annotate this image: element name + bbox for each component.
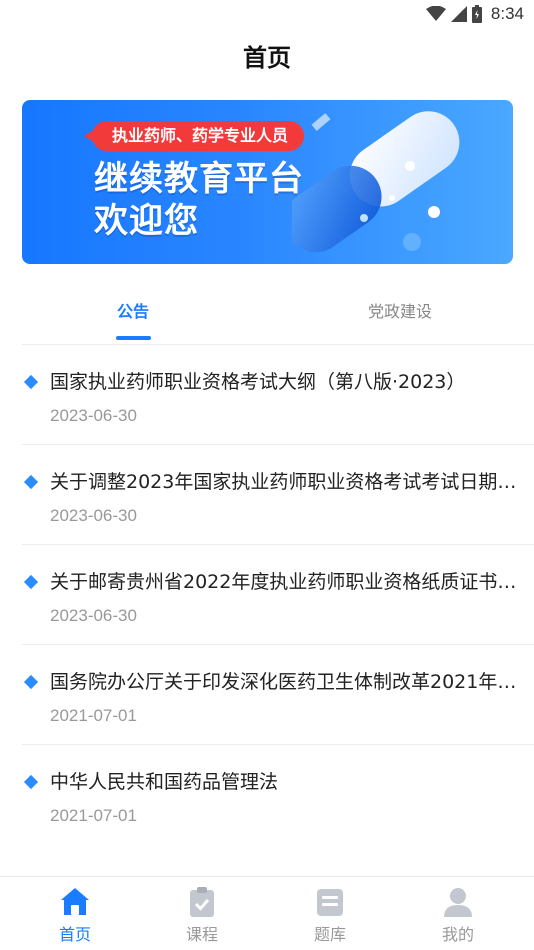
diamond-bullet-icon — [23, 574, 39, 590]
capsule-illustration — [292, 111, 460, 253]
question-bank-icon — [317, 889, 343, 916]
nav-home[interactable]: 首页 — [25, 885, 125, 947]
news-title: 国家执业药师职业资格考试大纲（第八版·2023） — [50, 371, 466, 393]
nav-courses[interactable]: 课程 — [152, 885, 252, 947]
list-item[interactable]: 国务院办公厅关于印发深化医药卫生体制改革2021年重点工作任务的通知 2021-… — [22, 644, 534, 744]
tab-bar: 公告 党政建设 — [0, 292, 534, 344]
banner-tag: 执业药师、药学专业人员 — [83, 121, 305, 151]
profile-icon — [444, 888, 472, 917]
tab-indicator — [116, 336, 151, 340]
tab-party-building[interactable]: 党政建设 — [345, 298, 455, 322]
nav-profile-label: 我的 — [441, 925, 474, 944]
news-date: 2021-07-01 — [50, 706, 137, 725]
list-item[interactable]: 关于调整2023年国家执业药师职业资格考试考试日期的通知 2023-06-30 — [22, 444, 534, 544]
news-title: 中华人民共和国药品管理法 — [50, 771, 279, 793]
list-item[interactable]: 国家执业药师职业资格考试大纲（第八版·2023） 2023-06-30 — [22, 344, 534, 444]
nav-courses-label: 课程 — [185, 925, 218, 944]
news-title: 关于调整2023年国家执业药师职业资格考试考试日期的通知 — [50, 471, 520, 493]
battery-icon — [471, 5, 482, 23]
tab-announcements[interactable]: 公告 — [103, 298, 163, 322]
diamond-bullet-icon — [23, 774, 39, 790]
status-time: 8:34 — [490, 4, 524, 23]
home-icon — [61, 888, 89, 915]
banner-line2: 欢迎您 — [94, 201, 199, 241]
news-date: 2023-06-30 — [50, 606, 137, 625]
bottom-nav: 首页 课程 题库 我的 — [0, 876, 534, 950]
nav-question-bank-label: 题库 — [313, 925, 346, 944]
banner-line1: 继续教育平台 — [94, 159, 304, 199]
welcome-banner[interactable]: 执业药师、药学专业人员 继续教育平台 欢迎您 — [22, 100, 513, 264]
news-title: 国务院办公厅关于印发深化医药卫生体制改革2021年重点工作任务的通知 — [50, 671, 520, 693]
status-bar: 8:34 — [0, 0, 534, 28]
news-date: 2023-06-30 — [50, 506, 137, 525]
nav-profile[interactable]: 我的 — [408, 885, 508, 947]
nav-question-bank[interactable]: 题库 — [280, 885, 380, 947]
page-title: 首页 — [243, 44, 291, 72]
diamond-bullet-icon — [23, 674, 39, 690]
list-item[interactable]: 关于邮寄贵州省2022年度执业药师职业资格纸质证书的通知 2023-06-30 — [22, 544, 534, 644]
diamond-bullet-icon — [23, 374, 39, 390]
nav-home-label: 首页 — [58, 925, 91, 944]
status-icons: 8:34 — [425, 4, 524, 24]
news-title: 关于邮寄贵州省2022年度执业药师职业资格纸质证书的通知 — [50, 571, 520, 593]
list-item[interactable]: 中华人民共和国药品管理法 2021-07-01 — [22, 744, 534, 844]
course-clipboard-icon — [190, 887, 214, 917]
news-list: 国家执业药师职业资格考试大纲（第八版·2023） 2023-06-30 关于调整… — [22, 344, 534, 844]
news-date: 2023-06-30 — [50, 406, 137, 425]
diamond-bullet-icon — [23, 474, 39, 490]
wifi-icon — [425, 6, 446, 21]
news-date: 2021-07-01 — [50, 806, 137, 825]
banner-title: 继续教育平台 欢迎您 — [94, 158, 304, 242]
signal-icon — [450, 6, 467, 22]
